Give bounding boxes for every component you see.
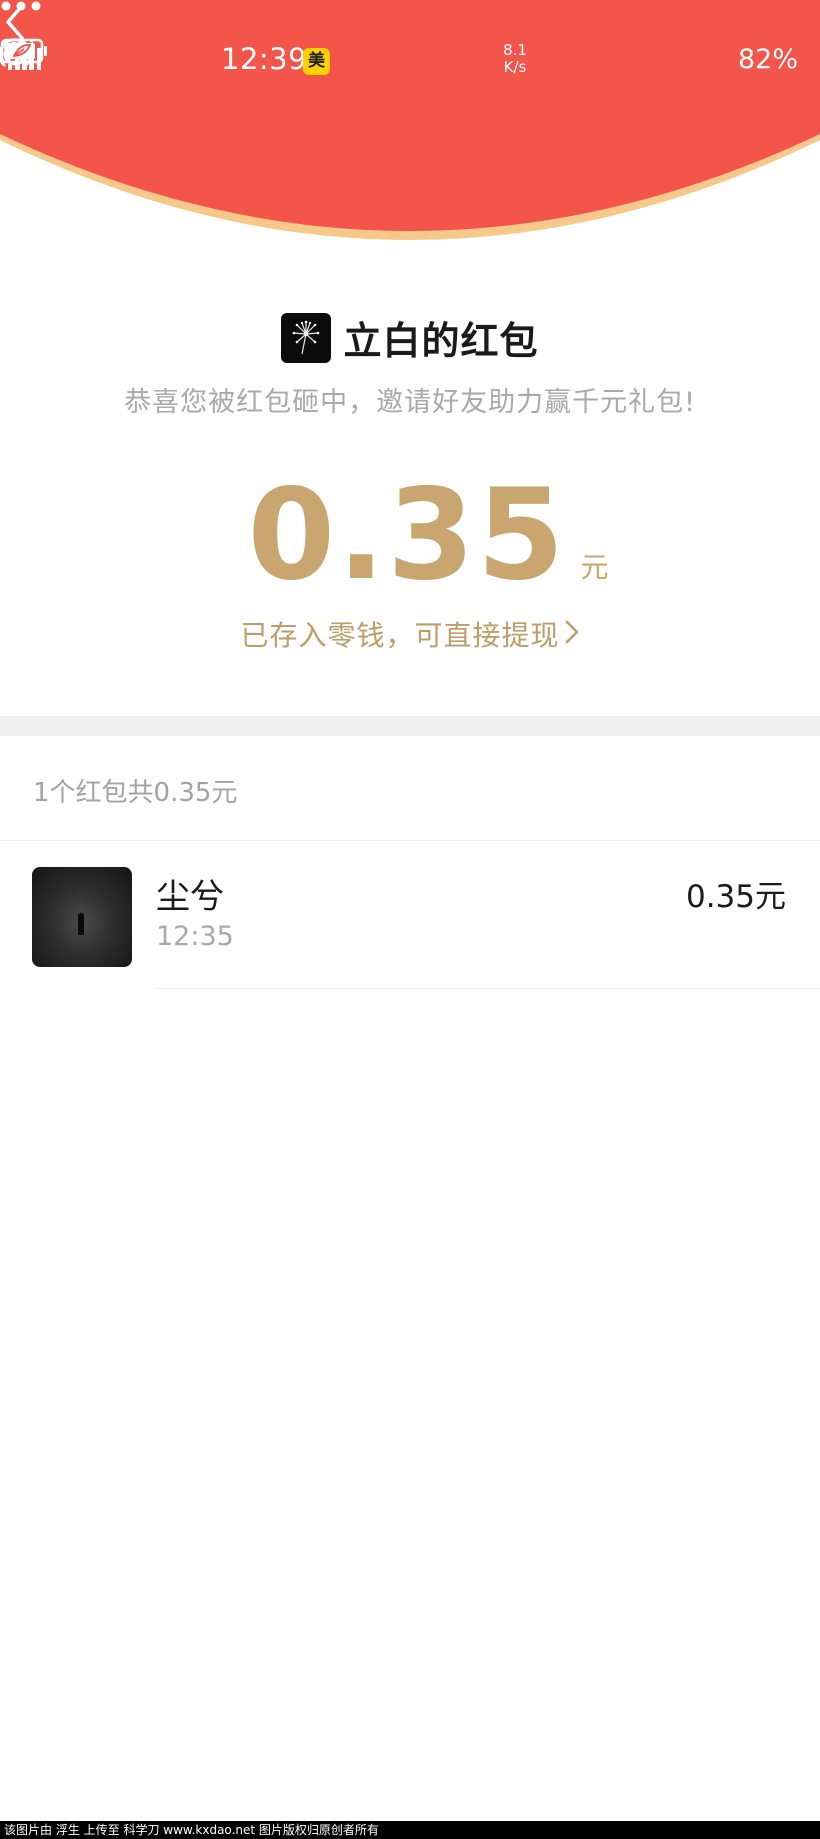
amount-value: 0.35: [247, 461, 567, 608]
network-speed-value: 8.1: [503, 41, 527, 59]
sender-avatar: [281, 312, 332, 363]
watermark-bar: 该图片由 浮生 上传至 科学刀 www.kxdao.net 图片版权归原创者所有: [0, 1821, 820, 1839]
receiver-avatar: [32, 867, 132, 967]
network-speed-unit: K/s: [503, 58, 527, 76]
status-time: 12:39: [221, 42, 308, 76]
packet-subtitle: 恭喜您被红包砸中，邀请好友助力赢千元礼包!: [124, 387, 696, 418]
battery-percentage: 82%: [738, 44, 799, 75]
withdraw-link[interactable]: 已存入零钱，可直接提现: [0, 614, 820, 654]
section-divider: [0, 716, 820, 736]
more-options-button[interactable]: [0, 0, 42, 12]
network-speed: 8.1 K/s: [499, 42, 531, 76]
packet-title-row: 立白的红包: [0, 310, 820, 363]
dandelion-icon: [293, 320, 320, 354]
chevron-right-icon: [565, 620, 578, 644]
list-item-divider: [156, 988, 820, 989]
status-bar: 12:39 美 8.1 K/s 1 4G 4G: [0, 38, 820, 88]
packet-summary: 1个红包共0.35元: [33, 778, 238, 808]
packet-title: 立白的红包: [343, 319, 539, 363]
receiver-time: 12:35: [156, 921, 234, 952]
meituan-notification-icon: 美: [303, 48, 330, 75]
avatar-figure: [78, 913, 84, 935]
amount-display: 0.35 元: [0, 470, 820, 600]
receiver-name: 尘兮: [156, 877, 224, 917]
red-packet-header: 12:39 美 8.1 K/s 1 4G 4G: [0, 0, 820, 250]
withdraw-text: 已存入零钱，可直接提现: [240, 619, 560, 652]
amount-unit: 元: [580, 551, 609, 584]
receiver-list-item[interactable]: 尘兮 12:35 0.35元: [0, 841, 820, 989]
receiver-amount: 0.35元: [685, 879, 786, 915]
